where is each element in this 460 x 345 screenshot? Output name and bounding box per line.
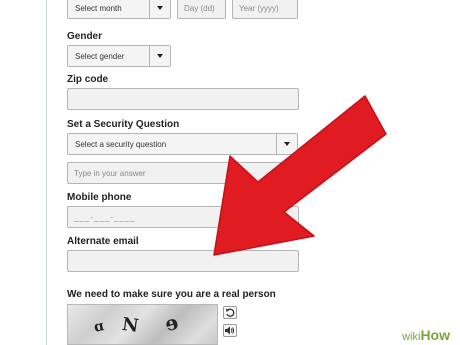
watermark-part1: wiki (402, 331, 421, 343)
left-border-line (46, 0, 47, 345)
alternate-email-label: Alternate email (67, 236, 139, 247)
mobile-phone-field[interactable]: ___-___-____ (67, 206, 299, 228)
refresh-icon (226, 308, 235, 317)
security-question-select-text: Select a security question (75, 139, 167, 149)
zip-code-label: Zip code (67, 74, 109, 85)
alternate-email-field[interactable] (67, 250, 299, 272)
speaker-icon (225, 326, 235, 335)
audio-captcha-button[interactable] (223, 324, 237, 337)
gender-select-text: Select gender (75, 51, 125, 61)
chevron-down-icon (149, 46, 170, 66)
captcha-glyph: ɑ (92, 318, 106, 336)
chevron-down-icon (276, 134, 297, 154)
gender-label: Gender (67, 31, 103, 42)
captcha-heading: We need to make sure you are a real pers… (67, 289, 276, 300)
birth-month-select[interactable]: Select month (67, 0, 171, 19)
refresh-captcha-button[interactable] (223, 306, 237, 319)
security-answer-field[interactable]: Type in your answer (67, 162, 299, 184)
captcha-image: ɑ N ɘ (67, 304, 218, 345)
mobile-phone-placeholder: ___-___-____ (74, 212, 136, 222)
chevron-down-icon (149, 0, 170, 18)
mobile-phone-label: Mobile phone (67, 192, 132, 203)
birth-day-placeholder: Day (dd) (184, 3, 215, 13)
watermark-part2: How (420, 327, 450, 343)
gender-select[interactable]: Select gender (67, 45, 171, 67)
wikihow-watermark: wiki How (396, 327, 456, 343)
captcha-glyph: N (120, 313, 140, 338)
zip-code-field[interactable] (67, 88, 299, 110)
captcha-glyph: ɘ (161, 309, 182, 337)
security-question-label: Set a Security Question (67, 119, 180, 130)
birth-day-field[interactable]: Day (dd) (177, 0, 226, 19)
security-question-select[interactable]: Select a security question (67, 133, 298, 155)
security-answer-placeholder: Type in your answer (74, 168, 146, 178)
birth-year-placeholder: Year (yyyy) (239, 3, 279, 13)
birth-month-select-text: Select month (75, 3, 122, 13)
birth-year-field[interactable]: Year (yyyy) (232, 0, 298, 19)
